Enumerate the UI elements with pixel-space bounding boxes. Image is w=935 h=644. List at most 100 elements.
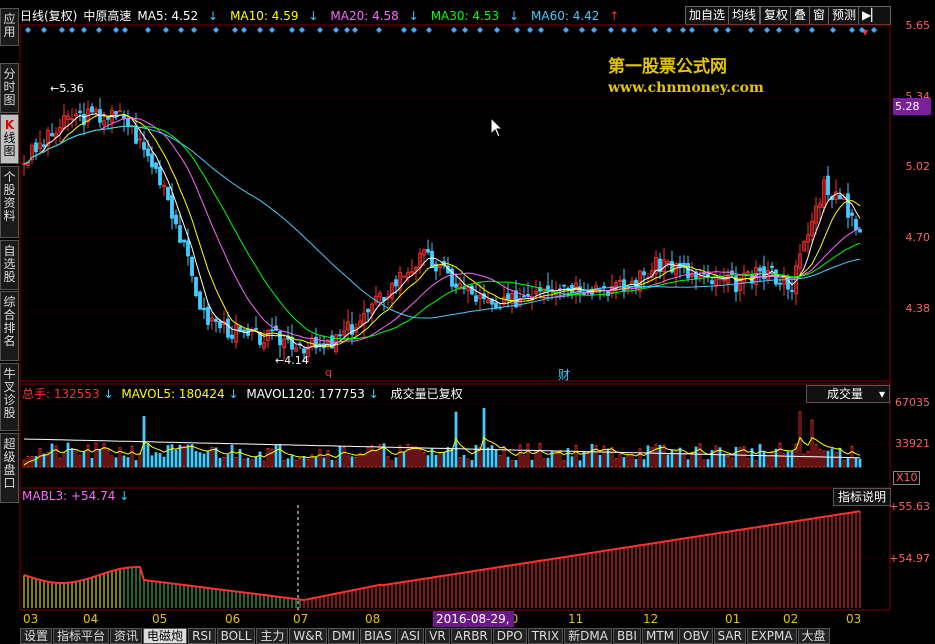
mouse-cursor-icon: [490, 116, 504, 138]
signal-diamond-icon: [41, 27, 47, 33]
volume-bar: [614, 458, 618, 468]
bottom-tab-13[interactable]: DPO: [492, 628, 527, 644]
volume-bar: [694, 446, 698, 468]
candle-body: [546, 285, 550, 292]
volume-bar: [266, 447, 270, 468]
candle-body: [506, 293, 510, 300]
volume-bar: [38, 448, 42, 468]
volume-bar: [494, 449, 498, 468]
volume-bar: [306, 458, 310, 468]
volume-bar: [442, 451, 446, 468]
volume-bar: [762, 451, 766, 468]
signal-diamond-icon: [122, 27, 128, 33]
candle-body: [838, 195, 842, 200]
volume-bar: [842, 459, 846, 468]
bottom-tab-0[interactable]: 设置: [20, 628, 53, 644]
volume-bar: [554, 450, 558, 468]
bottom-tab-20[interactable]: EXPMA: [746, 628, 797, 644]
volume-bar: [174, 449, 178, 468]
volume-bar: [218, 457, 222, 468]
volume-indicator-dropdown[interactable]: 成交量 ▾: [806, 385, 890, 403]
bottom-tab-16[interactable]: BBI: [612, 628, 641, 644]
indicator-help-button[interactable]: 指标说明: [833, 488, 892, 506]
signal-diamond-icon: [776, 27, 782, 33]
bottom-tab-17[interactable]: MTM: [641, 628, 679, 644]
bottom-tab-1[interactable]: 指标平台: [53, 628, 110, 644]
volume-bar: [110, 455, 114, 468]
bottom-tab-5[interactable]: BOLL: [216, 628, 256, 644]
volume-bar: [330, 459, 334, 468]
bottom-tab-9[interactable]: BIAS: [360, 628, 396, 644]
bottom-tab-11[interactable]: VR: [425, 628, 450, 644]
volume-bar: [470, 460, 474, 468]
bottom-tab-10[interactable]: ASI: [396, 628, 425, 644]
volume-bar: [462, 454, 466, 468]
signal-diamond-icon: [477, 27, 483, 33]
mavol5-value: MAVOL5: 180424 ↓: [121, 387, 239, 401]
volume-bar: [414, 446, 418, 468]
volume-bar: [630, 454, 634, 468]
volume-bar: [314, 456, 318, 468]
volume-bar: [274, 444, 278, 468]
indicator-header: MABL3: +54.74 ↓: [22, 489, 130, 503]
signal-diamond-icon: [25, 27, 31, 33]
bottom-tab-19[interactable]: SAR: [713, 628, 746, 644]
bottom-tab-3[interactable]: 电磁炮: [143, 628, 188, 644]
ma30-line: [23, 125, 861, 340]
volume-bar: [346, 455, 350, 468]
signal-diamond-icon: [344, 27, 350, 33]
signal-diamond-icon: [269, 27, 275, 33]
volume-bar: [734, 446, 738, 468]
volume-bar: [338, 446, 342, 468]
candle-body: [50, 133, 54, 137]
candle-body: [686, 263, 690, 279]
month-label: 03: [846, 612, 862, 626]
signal-diamond-icon: [748, 27, 754, 33]
signal-diamond-icon: [241, 27, 247, 33]
candle-body: [522, 295, 526, 298]
volume-bar: [58, 457, 62, 468]
volume-bar: [334, 460, 338, 468]
volume-bar: [322, 457, 326, 468]
candle-body: [270, 329, 274, 332]
volume-bar: [286, 458, 290, 468]
volume-bar: [370, 445, 374, 468]
volume-bar: [686, 459, 690, 468]
high-annotation: ←5.36: [50, 82, 84, 95]
volume-bar: [846, 457, 850, 468]
volume-bar: [490, 445, 494, 468]
finance-marker[interactable]: 财: [558, 366, 570, 383]
candle-body: [758, 267, 762, 272]
volume-bar: [70, 448, 74, 468]
signal-diamond-icon: [527, 27, 533, 33]
signal-diamond-icon: [178, 27, 184, 33]
volume-bar: [50, 443, 54, 468]
volume-bar: [702, 459, 706, 468]
candle-body: [182, 239, 186, 243]
bottom-tab-15[interactable]: 新DMA: [564, 628, 612, 644]
chart-canvas[interactable]: [0, 0, 935, 644]
bottom-tab-21[interactable]: 大盘: [797, 628, 830, 644]
bottom-tab-12[interactable]: ARBR: [450, 628, 492, 644]
bottom-tab-14[interactable]: TRIX: [527, 628, 564, 644]
volume-bar: [158, 453, 162, 468]
bottom-tab-7[interactable]: W&R: [289, 628, 327, 644]
bottom-tab-2[interactable]: 资讯: [110, 628, 143, 644]
low-annotation: ←4.14: [275, 354, 309, 367]
volume-bar: [450, 449, 454, 468]
bottom-tab-6[interactable]: 主力: [256, 628, 289, 644]
candle-body: [462, 287, 466, 290]
candle-body: [170, 195, 174, 219]
candle-body: [474, 295, 478, 302]
volume-bar: [126, 457, 130, 468]
bottom-tab-4[interactable]: RSI: [188, 628, 216, 644]
volume-bar: [534, 451, 538, 468]
bottom-tab-18[interactable]: OBV: [679, 628, 713, 644]
volume-bar: [30, 456, 34, 468]
bottom-tab-8[interactable]: DMI: [327, 628, 360, 644]
month-label: 11: [568, 612, 584, 626]
signal-diamond-icon: [411, 27, 417, 33]
candle-body: [226, 318, 230, 338]
signal-diamond-icon: [232, 27, 238, 33]
volume-bar: [258, 451, 262, 468]
